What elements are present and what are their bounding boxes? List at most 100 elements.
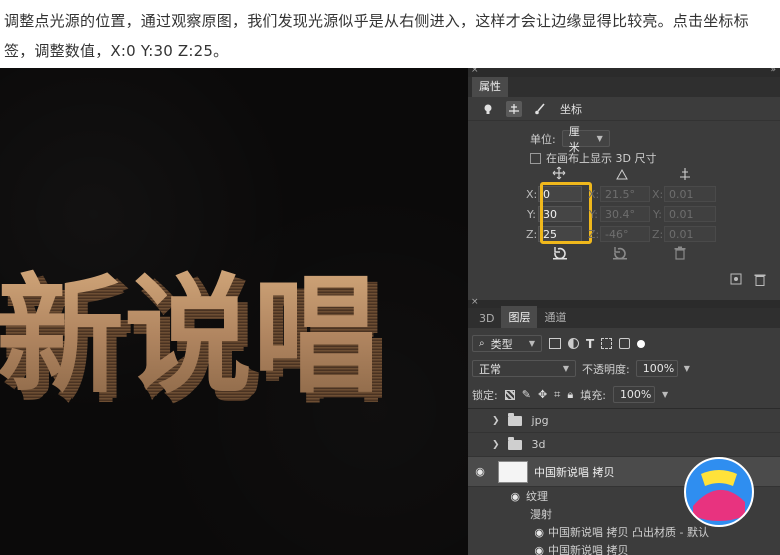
rot-x-field[interactable]: 21.5° bbox=[600, 186, 650, 202]
tab-3d[interactable]: 3D bbox=[472, 309, 501, 328]
show-3d-row: 在画布上显示 3D 尺寸 bbox=[530, 150, 656, 166]
3d-text-artwork: 新说唱 新说唱 新说唱 bbox=[0, 262, 390, 421]
close-icon[interactable]: × bbox=[471, 297, 479, 307]
scale-icon[interactable] bbox=[678, 167, 692, 181]
rotation-z-row: Z: -46° bbox=[588, 226, 650, 242]
chevron-right-icon[interactable]: ❯ bbox=[492, 416, 500, 426]
filter-toggle-icon[interactable] bbox=[637, 339, 646, 348]
layer-name: 中国新说唱 拷贝 bbox=[548, 544, 629, 555]
layer-name: 3d bbox=[531, 438, 546, 451]
rot-y-label: Y: bbox=[589, 207, 598, 221]
rot-y-field[interactable]: 30.4° bbox=[600, 206, 650, 222]
move-icon[interactable] bbox=[552, 166, 566, 180]
brush-icon[interactable] bbox=[532, 101, 548, 117]
filter-shape-icon[interactable] bbox=[601, 338, 613, 349]
layers-tabs: 3D 图层 通道 bbox=[468, 306, 780, 328]
filter-value: 类型 bbox=[490, 337, 513, 351]
eye-icon[interactable]: ◉ bbox=[468, 544, 548, 555]
pos-z-label: Z: bbox=[526, 227, 538, 241]
pos-y-label: Y: bbox=[527, 207, 536, 221]
properties-title: 坐标 bbox=[560, 102, 582, 116]
layer-thumbnail bbox=[498, 460, 528, 483]
lock-all-icon[interactable]: 🔒︎ bbox=[567, 388, 573, 402]
tab-layers[interactable]: 图层 bbox=[501, 306, 538, 328]
lock-label: 锁定: bbox=[472, 388, 498, 402]
eye-icon[interactable]: ◉ bbox=[468, 526, 548, 539]
scale-z-field[interactable]: 0.01 bbox=[664, 226, 716, 242]
panel-titlebar: » × bbox=[468, 68, 780, 77]
collapse-icon[interactable]: » bbox=[770, 68, 776, 75]
rot-z-field[interactable]: -46° bbox=[600, 226, 650, 242]
layer-row-3d[interactable]: ❯ 3d bbox=[468, 433, 780, 457]
scale-x-label: X: bbox=[652, 187, 664, 201]
blend-mode-select[interactable]: 正常 ▼ bbox=[472, 360, 576, 377]
show-3d-checkbox[interactable] bbox=[530, 152, 541, 164]
panel-trash-icon[interactable] bbox=[754, 273, 766, 286]
properties-toolbar: 坐标 bbox=[468, 97, 780, 121]
scale-x-row: X: 0.01 bbox=[652, 186, 716, 202]
lock-brush-icon[interactable]: ✎ bbox=[522, 388, 531, 401]
tab-properties[interactable]: 属性 bbox=[472, 75, 508, 97]
rot-z-label: Z: bbox=[588, 227, 600, 241]
lock-row: 锁定: ✎ ✥ ⌗ 🔒︎ 填充: 100% ▼ bbox=[472, 386, 668, 403]
reset-position-icon[interactable] bbox=[552, 246, 568, 260]
layer-name: 纹理 bbox=[526, 490, 548, 503]
artwork-text: 新说唱 bbox=[0, 262, 380, 411]
filter-smart-icon[interactable] bbox=[619, 338, 631, 349]
layer-name: 漫射 bbox=[530, 508, 552, 521]
layer-row-copy-texture[interactable]: ◉ 中国新说唱 拷贝 bbox=[468, 541, 780, 555]
blend-row: 正常 ▼ 不透明度: 100% ▼ bbox=[472, 360, 690, 377]
fill-value: 100% bbox=[619, 388, 652, 401]
document-canvas[interactable]: 新说唱 新说唱 新说唱 bbox=[0, 68, 468, 555]
layer-filter-select[interactable]: ⌕ 类型 ▼ bbox=[472, 335, 542, 352]
reset-rotation-icon[interactable] bbox=[612, 246, 628, 260]
layer-name: 中国新说唱 拷贝 bbox=[534, 465, 615, 479]
scale-y-row: Y: 0.01 bbox=[652, 206, 716, 222]
properties-tabs: 属性 bbox=[468, 75, 780, 97]
fill-label: 填充: bbox=[580, 388, 606, 402]
show-3d-label: 在画布上显示 3D 尺寸 bbox=[546, 152, 657, 165]
blend-mode-value: 正常 bbox=[479, 362, 501, 376]
layer-row-jpg[interactable]: ❯ jpg bbox=[468, 409, 780, 433]
close-icon[interactable]: × bbox=[471, 68, 479, 75]
rotate-angle-icon[interactable] bbox=[616, 168, 628, 180]
scale-x-field[interactable]: 0.01 bbox=[664, 186, 716, 202]
scale-z-row: Z: 0.01 bbox=[652, 226, 716, 242]
eye-icon[interactable]: ◉ bbox=[468, 490, 526, 503]
chevron-down-icon: ▼ bbox=[596, 134, 603, 143]
unit-label: 单位: bbox=[530, 132, 556, 146]
filter-adjust-icon[interactable] bbox=[568, 338, 579, 349]
layer-name: jpg bbox=[531, 414, 549, 427]
layer-filter-row: ⌕ 类型 ▼ T bbox=[472, 335, 646, 352]
scale-y-field[interactable]: 0.01 bbox=[664, 206, 716, 222]
filter-text-icon[interactable]: T bbox=[586, 337, 594, 351]
chevron-right-icon[interactable]: ❯ bbox=[492, 440, 500, 450]
unit-select[interactable]: 厘米 ▼ bbox=[561, 125, 610, 154]
light-bulb-icon[interactable] bbox=[480, 101, 496, 117]
pos-x-label: X: bbox=[526, 187, 538, 201]
scale-z-label: Z: bbox=[652, 227, 664, 241]
folder-icon bbox=[507, 412, 522, 426]
rotation-x-row: X: 21.5° bbox=[588, 186, 650, 202]
lock-move-icon[interactable]: ✥ bbox=[538, 388, 547, 401]
unit-row: 单位: 厘米 ▼ bbox=[530, 125, 610, 154]
chevron-down-icon[interactable]: ▼ bbox=[684, 364, 690, 373]
watermark-sticker bbox=[684, 457, 754, 527]
scale-y-label: Y: bbox=[653, 207, 662, 221]
tab-channels[interactable]: 通道 bbox=[537, 306, 573, 328]
fill-field[interactable]: 100% bbox=[612, 386, 655, 403]
chevron-down-icon: ▼ bbox=[528, 339, 535, 348]
opacity-field[interactable]: 100% bbox=[635, 360, 678, 377]
filter-image-icon[interactable] bbox=[549, 338, 561, 349]
rotation-y-row: Y: 30.4° bbox=[588, 206, 650, 222]
trash-icon[interactable] bbox=[674, 246, 686, 260]
lock-pixels-icon[interactable] bbox=[504, 389, 515, 400]
eye-icon[interactable]: ◉ bbox=[468, 465, 492, 478]
chevron-down-icon[interactable]: ▼ bbox=[662, 390, 668, 399]
panel-menu-icon[interactable] bbox=[730, 273, 742, 285]
lock-artboard-icon[interactable]: ⌗ bbox=[554, 388, 560, 402]
coordinate-icon[interactable] bbox=[506, 100, 522, 117]
search-icon: ⌕ bbox=[479, 338, 485, 349]
folder-icon bbox=[507, 436, 522, 450]
position-highlight bbox=[540, 182, 592, 244]
